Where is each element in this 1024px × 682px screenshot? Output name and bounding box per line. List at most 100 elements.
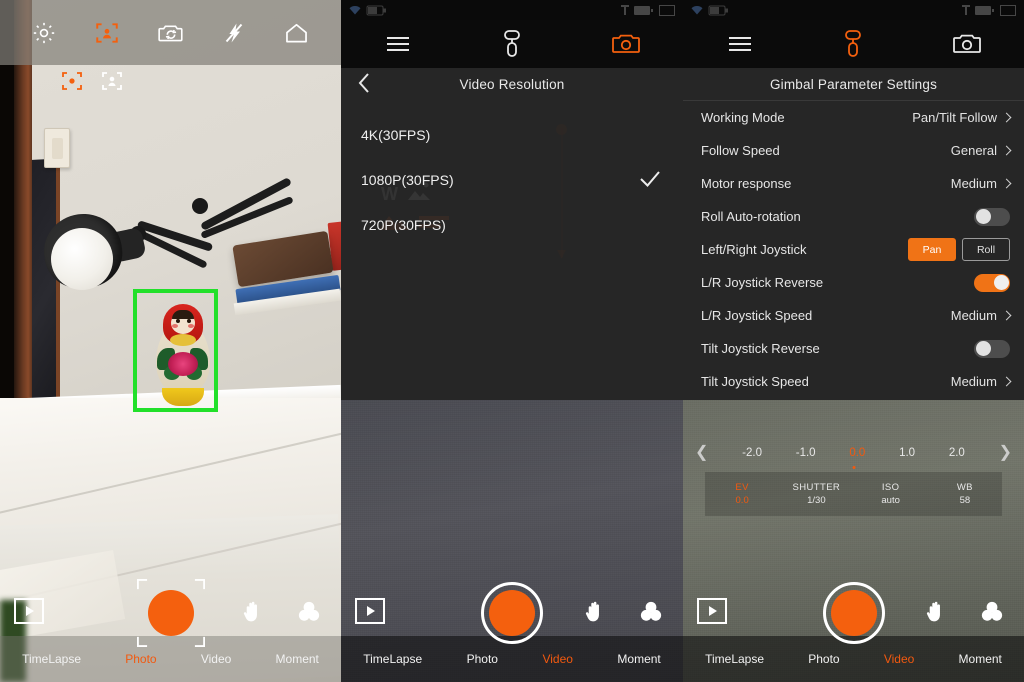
hamburger-icon[interactable] xyxy=(710,20,770,68)
play-triangle-icon xyxy=(26,606,34,616)
status-left-icons xyxy=(691,5,728,16)
left-panel-camera-viewfinder: TimeLapse Photo Video Moment xyxy=(0,0,341,682)
scene-lamp-joint-2 xyxy=(192,198,208,214)
setting-row-working-mode[interactable]: Working Mode Pan/Tilt Follow xyxy=(683,101,1024,134)
mode-photo[interactable]: Photo xyxy=(467,652,498,666)
joystick-segment-group: Pan Roll xyxy=(908,238,1010,261)
gesture-control-icon[interactable] xyxy=(239,598,267,631)
ev-tick-current[interactable]: 0.0 xyxy=(849,447,865,459)
resolution-option-4k[interactable]: 4K(30FPS) xyxy=(341,118,683,151)
active-track-icon[interactable] xyxy=(94,20,120,46)
filter-icon[interactable] xyxy=(637,598,665,629)
checkmark-icon xyxy=(639,169,661,194)
setting-row-follow-speed[interactable]: Follow Speed General xyxy=(683,134,1024,167)
mode-video[interactable]: Video xyxy=(542,652,572,666)
left-bottom-bar: TimeLapse Photo Video Moment xyxy=(0,579,341,682)
setting-row-left-right-joystick[interactable]: Left/Right Joystick Pan Roll xyxy=(683,233,1024,266)
mid-navbar xyxy=(341,20,683,68)
record-ring xyxy=(481,582,543,644)
gimbal-icon[interactable] xyxy=(823,20,883,68)
camera-icon[interactable] xyxy=(596,20,656,68)
right-status-bar xyxy=(683,0,1024,20)
camera-switch-icon[interactable] xyxy=(157,20,185,46)
exposure-cell-ev[interactable]: EV 0.0 xyxy=(705,472,779,516)
status-left-icons xyxy=(349,5,386,16)
gesture-control-icon[interactable] xyxy=(922,598,950,631)
ev-tick[interactable]: 1.0 xyxy=(899,447,915,459)
gallery-icon[interactable] xyxy=(697,598,727,624)
chevron-right-icon xyxy=(1001,178,1012,189)
setting-value-group: Medium xyxy=(950,176,1012,191)
filter-icon[interactable] xyxy=(295,598,323,629)
gimbal-icon[interactable] xyxy=(482,20,542,68)
gesture-control-icon[interactable] xyxy=(581,598,609,631)
watermark-arrow xyxy=(557,250,566,259)
play-triangle-icon xyxy=(367,606,375,616)
flash-off-icon[interactable] xyxy=(222,20,246,46)
battery-icon xyxy=(708,5,728,15)
clock-icon xyxy=(1000,4,1016,16)
filter-icon[interactable] xyxy=(978,598,1006,629)
setting-row-tilt-joystick-speed[interactable]: Tilt Joystick Speed Medium xyxy=(683,365,1024,398)
mode-video[interactable]: Video xyxy=(884,652,914,666)
mode-moment[interactable]: Moment xyxy=(617,652,660,666)
setting-value-group: General xyxy=(951,143,1012,158)
gallery-icon[interactable] xyxy=(14,598,44,624)
resolution-option-720p[interactable]: 720P(30FPS) xyxy=(341,208,683,241)
gear-icon[interactable] xyxy=(31,20,57,46)
shutter-button[interactable] xyxy=(136,579,205,647)
status-right-icons xyxy=(962,4,1016,16)
play-triangle-icon xyxy=(709,606,717,616)
ev-tick[interactable]: -1.0 xyxy=(796,447,816,459)
video-resolution-title: Video Resolution xyxy=(459,76,565,92)
mode-photo[interactable]: Photo xyxy=(808,652,839,666)
gallery-icon[interactable] xyxy=(355,598,385,624)
exposure-key: SHUTTER xyxy=(792,482,841,493)
face-track-icon[interactable] xyxy=(100,69,124,93)
left-sub-toolbar xyxy=(60,64,140,98)
setting-value: Medium xyxy=(950,374,997,389)
next-arrow-icon[interactable]: ❯ xyxy=(999,445,1012,461)
prev-arrow-icon[interactable]: ❮ xyxy=(695,445,708,461)
setting-value-group: Medium xyxy=(951,308,1012,323)
home-icon[interactable] xyxy=(283,20,310,46)
status-right-icons xyxy=(621,4,675,16)
lr-joystick-reverse-toggle[interactable] xyxy=(974,273,1010,292)
setting-label: Follow Speed xyxy=(701,143,780,158)
tilt-joystick-reverse-toggle[interactable] xyxy=(974,339,1010,358)
setting-row-lr-joystick-reverse[interactable]: L/R Joystick Reverse xyxy=(683,266,1024,299)
record-button[interactable] xyxy=(481,582,543,644)
joystick-option-pan[interactable]: Pan xyxy=(908,238,956,261)
spot-focus-icon[interactable] xyxy=(60,69,84,93)
camera-icon[interactable] xyxy=(937,20,997,68)
back-chevron-icon[interactable] xyxy=(353,71,375,95)
mode-moment[interactable]: Moment xyxy=(276,652,319,666)
roll-auto-rotation-toggle[interactable] xyxy=(974,207,1010,226)
ev-tick[interactable]: -2.0 xyxy=(742,447,762,459)
mode-photo[interactable]: Photo xyxy=(125,652,156,666)
setting-value-group: Pan/Tilt Follow xyxy=(912,110,1012,125)
joystick-option-roll[interactable]: Roll xyxy=(962,238,1010,261)
exposure-cell-wb[interactable]: WB 58 xyxy=(928,472,1002,516)
resolution-option-1080p[interactable]: 1080P(30FPS) xyxy=(341,163,683,196)
resolution-option-label: 1080P(30FPS) xyxy=(361,171,454,188)
hamburger-icon[interactable] xyxy=(368,20,428,68)
exposure-key: EV xyxy=(735,482,749,493)
setting-value: Medium xyxy=(950,176,997,191)
ev-tick[interactable]: 2.0 xyxy=(949,447,965,459)
active-track-box[interactable] xyxy=(133,289,218,412)
exposure-key: ISO xyxy=(881,482,900,493)
mode-timelapse[interactable]: TimeLapse xyxy=(705,652,764,666)
setting-row-motor-response[interactable]: Motor response Medium xyxy=(683,167,1024,200)
setting-row-lr-joystick-speed[interactable]: L/R Joystick Speed Medium xyxy=(683,299,1024,332)
exposure-cell-shutter[interactable]: SHUTTER 1/30 xyxy=(779,472,853,516)
setting-row-roll-auto-rotation[interactable]: Roll Auto-rotation xyxy=(683,200,1024,233)
mode-moment[interactable]: Moment xyxy=(959,652,1002,666)
setting-row-tilt-joystick-reverse[interactable]: Tilt Joystick Reverse xyxy=(683,332,1024,365)
mode-timelapse[interactable]: TimeLapse xyxy=(22,652,81,666)
mode-video[interactable]: Video xyxy=(201,652,231,666)
record-button[interactable] xyxy=(822,582,885,644)
mode-timelapse[interactable]: TimeLapse xyxy=(363,652,422,666)
exposure-cell-iso[interactable]: ISO auto xyxy=(854,472,928,516)
gimbal-settings-header: Gimbal Parameter Settings xyxy=(683,68,1024,100)
